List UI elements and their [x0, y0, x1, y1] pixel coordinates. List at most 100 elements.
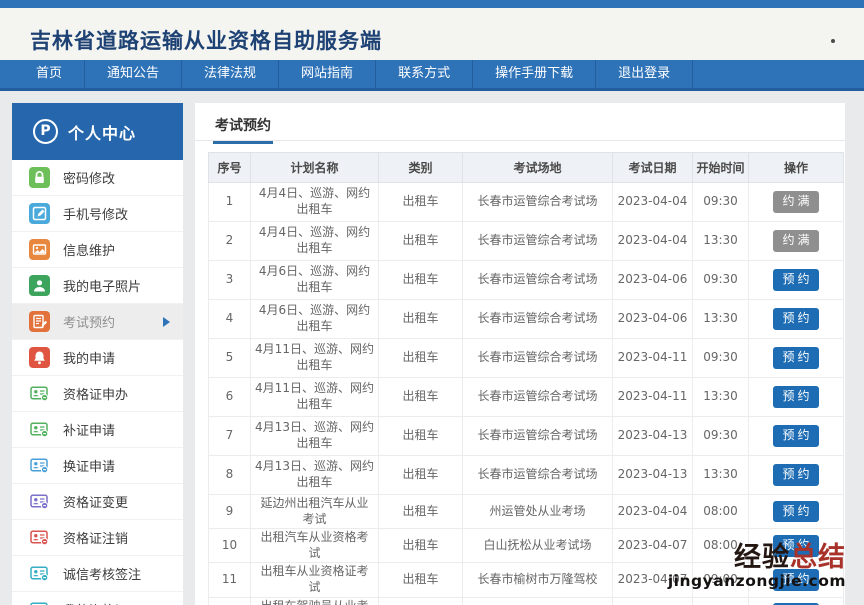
sidebar-header: P 个人中心 [12, 103, 183, 160]
category: 出租车 [378, 528, 463, 564]
book-button[interactable]: 预约 [773, 308, 819, 330]
sidebar-item-label: 手机号修改 [63, 208, 129, 223]
sidebar-item-label: 信息维护 [63, 244, 116, 259]
table-row: 1 4月4日、巡游、网约出租车 出租车 长春市运管综合考试场 2023-04-04 09:… [208, 182, 844, 222]
category: 出租车 [378, 182, 463, 222]
book-button[interactable]: 预约 [773, 500, 819, 523]
row-number: 7 [208, 416, 251, 456]
sidebar-item-label: 我的电子照片 [63, 280, 142, 295]
table-row: 5 4月11日、巡游、网约出租车 出租车 长春市运管综合考试场 2023-04-11 09… [208, 338, 844, 378]
user-center-icon: P [33, 119, 58, 144]
nav-item[interactable]: 网站指南 [279, 60, 377, 88]
page-title: 吉林省道路运输从业资格自助服务端 [30, 29, 382, 53]
book-button[interactable]: 预约 [773, 347, 819, 369]
exam-date: 2023-04-13 [612, 416, 693, 456]
id-card-icon [29, 599, 50, 605]
id-card-icon [29, 383, 50, 404]
venue: 白山抚松从业考试场 [462, 528, 613, 564]
sidebar-item[interactable]: 手机号修改 [12, 196, 183, 232]
sidebar-item[interactable]: 诚信考核签注 [12, 556, 183, 592]
exam-date: 2023-04-11 [612, 338, 693, 378]
start-time: 13:30 [692, 455, 749, 495]
sidebar-item[interactable]: 资格证变更 [12, 484, 183, 520]
action-cell: 约满 [748, 182, 844, 222]
exam-date: 2023-04-06 [612, 260, 693, 300]
id-card-icon [29, 455, 50, 476]
start-time: 09:30 [692, 338, 749, 378]
nav-item[interactable]: 法律法规 [182, 60, 280, 88]
plan-name: 4月11日、巡游、网约出租车 [250, 338, 379, 378]
plan-name: 4月4日、巡游、网约出租车 [250, 221, 379, 261]
category: 出租车 [378, 377, 463, 417]
plan-name: 4月4日、巡游、网约出租车 [250, 182, 379, 222]
main-nav: 首页 通知公告 法律法规 网站指南 联系方式 操作手册下载 退出登录 [0, 60, 864, 91]
sidebar-item[interactable]: 我的申请 [12, 340, 183, 376]
active-arrow-icon [163, 316, 170, 327]
row-number: 12 [208, 596, 251, 605]
sidebar-item-label: 资格证变更 [63, 496, 129, 511]
sidebar-item[interactable]: 补证申请 [12, 412, 183, 448]
nav-item[interactable]: 联系方式 [376, 60, 474, 88]
tab-exam-booking[interactable]: 考试预约 [213, 115, 273, 144]
nav-item[interactable]: 首页 [14, 60, 86, 88]
book-button[interactable]: 预约 [773, 425, 819, 447]
fully-booked-button[interactable]: 约满 [773, 230, 819, 252]
table-row: 3 4月6日、巡游、网约出租车 出租车 长春市运管综合考试场 2023-04-06 09:… [208, 260, 844, 300]
sidebar-item[interactable]: 资格证申办 [12, 376, 183, 412]
venue: 长春市运管综合考试场 [462, 221, 613, 261]
action-cell: 预约 [748, 260, 844, 300]
start-time: 09:30 [692, 416, 749, 456]
plan-name: 延边州出租汽车从业考试 [250, 493, 379, 530]
column-header: 类别 [378, 152, 463, 183]
category: 出租车 [378, 455, 463, 495]
info-photo-icon [29, 239, 50, 260]
action-cell: 预约 [748, 299, 844, 339]
category: 出租车 [378, 562, 463, 598]
nav-item[interactable]: 通知公告 [85, 60, 183, 88]
sidebar-item[interactable]: 我的资格证 [12, 592, 183, 605]
sidebar-item[interactable]: 密码修改 [12, 160, 183, 196]
row-number: 11 [208, 562, 251, 598]
sidebar-item[interactable]: 资格证注销 [12, 520, 183, 556]
start-time: 13:30 [692, 299, 749, 339]
nav-item[interactable]: 退出登录 [596, 60, 694, 88]
person-photo-icon [29, 275, 50, 296]
watermark: 经验总结 jingyanzongjie.com [668, 544, 846, 590]
sidebar-item[interactable]: 我的电子照片 [12, 268, 183, 304]
nav-item[interactable]: 操作手册下载 [473, 60, 597, 88]
column-header: 考试日期 [612, 152, 693, 183]
sidebar-item[interactable]: 信息维护 [12, 232, 183, 268]
category: 出租车 [378, 221, 463, 261]
sidebar-item[interactable]: 换证申请 [12, 448, 183, 484]
venue: 九台区万兴从业考试场 [462, 596, 613, 605]
column-header: 考试场地 [462, 152, 613, 183]
table-row: 2 4月4日、巡游、网约出租车 出租车 长春市运管综合考试场 2023-04-04 13:… [208, 221, 844, 261]
table-row: 12出租车驾驶员从业考试出租车九台区万兴从业考试场2023-04-1008:15… [208, 596, 844, 605]
sidebar-item-label: 资格证注销 [63, 532, 129, 547]
row-number: 4 [208, 299, 251, 339]
plan-name: 4月13日、巡游、网约出租车 [250, 455, 379, 495]
row-number: 5 [208, 338, 251, 378]
book-button[interactable]: 预约 [773, 464, 819, 486]
row-number: 10 [208, 528, 251, 564]
start-time: 13:30 [692, 377, 749, 417]
bell-icon [29, 347, 50, 368]
row-number: 8 [208, 455, 251, 495]
exam-date: 2023-04-10 [612, 596, 693, 605]
plan-name: 4月6日、巡游、网约出租车 [250, 260, 379, 300]
plan-name: 出租车驾驶员从业考试 [250, 596, 379, 605]
phone-edit-icon [29, 203, 50, 224]
plan-name: 出租车从业资格证考试 [250, 562, 379, 598]
venue: 长春市榆树市万隆驾校 [462, 562, 613, 598]
fully-booked-button[interactable]: 约满 [773, 191, 819, 213]
sidebar-item[interactable]: 考试预约 [12, 304, 183, 340]
category: 出租车 [378, 493, 463, 530]
sidebar-title: 个人中心 [68, 123, 137, 143]
column-header: 序号 [208, 152, 251, 183]
sidebar-item-label: 诚信考核签注 [63, 568, 142, 583]
book-button[interactable]: 预约 [773, 386, 819, 408]
book-button[interactable]: 预约 [773, 269, 819, 291]
watermark-url: jingyanzongjie.com [667, 572, 846, 590]
id-card-icon [29, 419, 50, 440]
sidebar-item-label: 考试预约 [63, 316, 116, 331]
